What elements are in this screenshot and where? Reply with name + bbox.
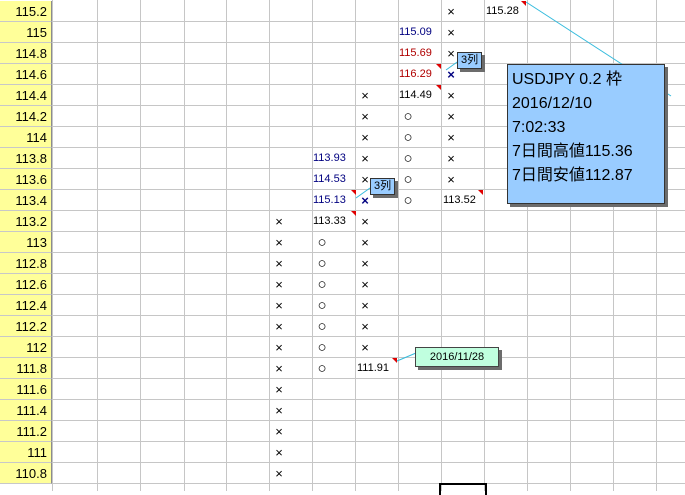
summary-note[interactable]: USDJPY 0.2 枠 2016/12/10 7:02:33 7日間高値115… — [507, 64, 665, 204]
summary-symbol: USDJPY 0.2 枠 — [512, 71, 622, 88]
summary-high: 7日間高値115.36 — [512, 143, 633, 160]
summary-time: 7:02:33 — [512, 119, 566, 136]
column-count-note[interactable]: 3列 — [370, 178, 396, 195]
summary-date: 2016/12/10 — [512, 95, 593, 112]
active-cell-selection[interactable] — [439, 483, 487, 495]
column-count-note[interactable]: 3列 — [457, 52, 483, 69]
spreadsheet-grid[interactable]: 115.2 115 114.8 114.6 114.4 114.2 114 113.8 113.… — [0, 0, 685, 495]
summary-low: 7日間安値112.87 — [512, 167, 633, 184]
date-note[interactable]: 2016/11/28 — [415, 347, 499, 367]
